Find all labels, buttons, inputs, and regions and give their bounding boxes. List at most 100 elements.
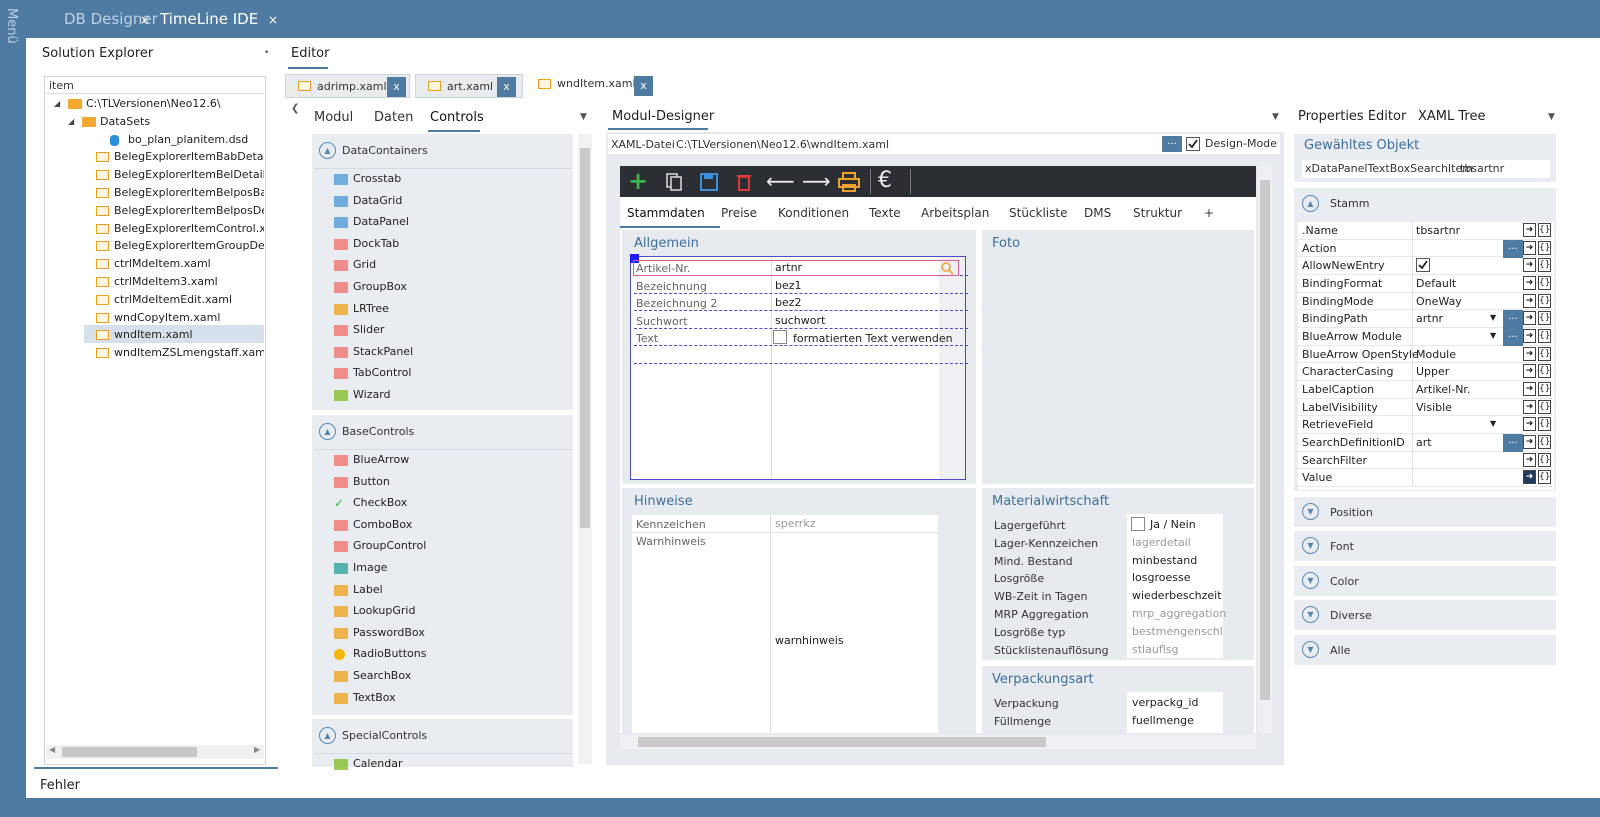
toolbox-item[interactable]: Wizard [353,388,391,401]
ellipsis-button[interactable]: ... [1503,433,1523,452]
field-value[interactable]: mrp_aggregation [1132,607,1226,620]
toolbox-item[interactable]: Button [353,475,390,488]
tree-item[interactable]: BelegExplorerItemBabDetailsCo [114,150,264,163]
field-value[interactable]: suchwort [775,314,825,327]
expand-icon[interactable]: ▼ [1302,503,1319,520]
toolbox-item[interactable]: DockTab [353,237,399,250]
bind-arrow-button[interactable]: ➜ [1523,258,1536,273]
toolbox-item[interactable]: TextBox [353,691,396,704]
menu-label[interactable]: Menü [4,8,19,44]
bind-arrow-button[interactable]: ➜ [1523,417,1536,432]
tree-item[interactable]: BelegExplorerItemBelposBabDe [114,186,264,199]
field-value[interactable]: bez1 [775,279,802,292]
canvas-horizontal-scrollbar[interactable] [620,735,1256,749]
form-tab[interactable]: Stammdaten [627,206,705,220]
form-tab[interactable]: DMS [1084,206,1111,220]
expand-triangle-icon[interactable]: ◢ [54,99,60,108]
field-value[interactable]: bez2 [775,296,802,309]
tree-item[interactable]: ctrlMdeItem3.xaml [114,275,218,288]
tree-item[interactable]: BelegExplorerItemControl.xaml [114,222,264,235]
ellipsis-button[interactable]: ... [1503,310,1523,329]
collapse-icon[interactable]: ▲ [319,142,336,159]
file-tab-adrimp[interactable]: adrimp.xaml x [285,74,410,98]
toolbox-item[interactable]: GroupBox [353,280,407,293]
expand-icon[interactable]: ▼ [1302,571,1319,589]
bind-arrow-button[interactable]: ➜ [1523,223,1536,237]
app-tab-timeline-ide[interactable]: TimeLine IDE [160,10,258,28]
toolbox-item[interactable]: RadioButtons [353,647,427,660]
selected-object-name[interactable]: tbsartnr [1460,162,1504,175]
pin-icon[interactable]: • [264,48,269,58]
properties-editor-tab[interactable]: Properties Editor [1298,109,1406,124]
form-tab[interactable]: Preise [721,206,757,220]
property-value[interactable]: Artikel-Nr. [1416,383,1470,396]
search-input[interactable]: item [46,78,264,94]
binding-braces-button[interactable]: {} [1538,417,1551,432]
toolbox-item[interactable]: DataPanel [353,215,409,228]
close-tab-button[interactable]: x [634,76,653,96]
dropdown-arrow-icon[interactable]: ▼ [1490,313,1496,322]
bind-arrow-button[interactable]: ➜ [1523,240,1536,255]
form-tab[interactable]: Stückliste [1009,206,1067,220]
form-tab[interactable]: Arbeitsplan [921,206,989,220]
bind-arrow-button[interactable]: ➜ [1523,470,1536,485]
binding-braces-button[interactable]: {} [1538,275,1551,290]
dropdown-arrow-icon[interactable]: ▼ [1272,112,1279,122]
bind-arrow-button[interactable]: ➜ [1523,399,1536,414]
print-icon[interactable] [838,172,860,192]
bind-arrow-button[interactable]: ➜ [1523,434,1536,449]
form-tab[interactable]: Texte [869,206,901,220]
arrow-right-icon[interactable]: ⟶ [802,169,831,193]
file-tab-wnditem[interactable]: wndItem.xaml x [528,72,661,98]
bind-arrow-button[interactable]: ➜ [1523,275,1536,290]
copy-icon[interactable] [665,173,683,191]
toolbox-item[interactable]: Image [353,561,387,574]
tree-item[interactable]: C:\TLVersionen\Neo12.6\ [86,97,221,110]
toolbox-item[interactable]: Crosstab [353,172,401,185]
toolbox-tab-daten[interactable]: Daten [374,110,413,125]
close-icon[interactable]: × [268,13,278,27]
save-icon[interactable] [700,173,718,191]
toolbox-item[interactable]: StackPanel [353,345,413,358]
toolbox-item[interactable]: GroupControl [353,539,426,552]
ellipsis-button[interactable]: ... [1503,327,1523,346]
property-value[interactable]: art [1416,436,1432,449]
tree-item[interactable]: BelegExplorerItemBelDetailsCor [114,168,264,181]
toolbox-item[interactable]: ComboBox [353,518,412,531]
binding-braces-button[interactable]: {} [1538,223,1551,237]
field-value[interactable]: Ja / Nein [1150,518,1196,531]
field-value[interactable]: fuellmenge [1132,714,1194,727]
property-value[interactable]: artnr [1416,312,1443,325]
form-tab[interactable]: Struktur [1133,206,1182,220]
field-value[interactable]: stlauflsg [1132,643,1178,656]
expand-icon[interactable]: ▼ [1302,537,1319,555]
bind-arrow-button[interactable]: ➜ [1523,346,1536,361]
field-value[interactable]: lagerdetail [1132,536,1191,549]
binding-braces-button[interactable]: {} [1538,346,1551,361]
collapse-icon[interactable]: ▲ [1302,195,1319,212]
form-tab[interactable]: Konditionen [778,206,849,220]
binding-braces-button[interactable]: {} [1538,293,1551,308]
field-value[interactable]: bestmengenschl [1132,625,1223,638]
field-value[interactable]: wiederbeschzeit [1132,589,1222,602]
expand-triangle-icon[interactable]: ◢ [68,117,74,126]
close-tab-button[interactable]: x [387,77,406,97]
binding-braces-button[interactable]: {} [1538,452,1551,467]
bind-arrow-button[interactable]: ➜ [1523,328,1536,343]
toolbox-tab-modul[interactable]: Modul [314,110,353,125]
property-value[interactable]: OneWay [1416,295,1462,308]
toolbox-item[interactable]: BlueArrow [353,453,409,466]
toolbox-item[interactable]: Calendar [353,757,402,770]
binding-braces-button[interactable]: {} [1538,434,1551,449]
toolbox-item[interactable]: Grid [353,258,376,271]
close-icon[interactable]: × [140,13,150,27]
menu-sidebar[interactable]: Menü [0,0,26,817]
toolbox-tab-controls[interactable]: Controls [430,110,484,125]
browse-button[interactable]: ... [1162,136,1182,152]
binding-braces-button[interactable]: {} [1538,399,1551,414]
euro-icon[interactable]: € [878,168,892,193]
bind-arrow-button[interactable]: ➜ [1523,381,1536,396]
tree-item[interactable]: wndItem.xaml [114,328,193,341]
toolbox-item[interactable]: LookupGrid [353,604,415,617]
close-tab-button[interactable]: x [497,77,516,97]
